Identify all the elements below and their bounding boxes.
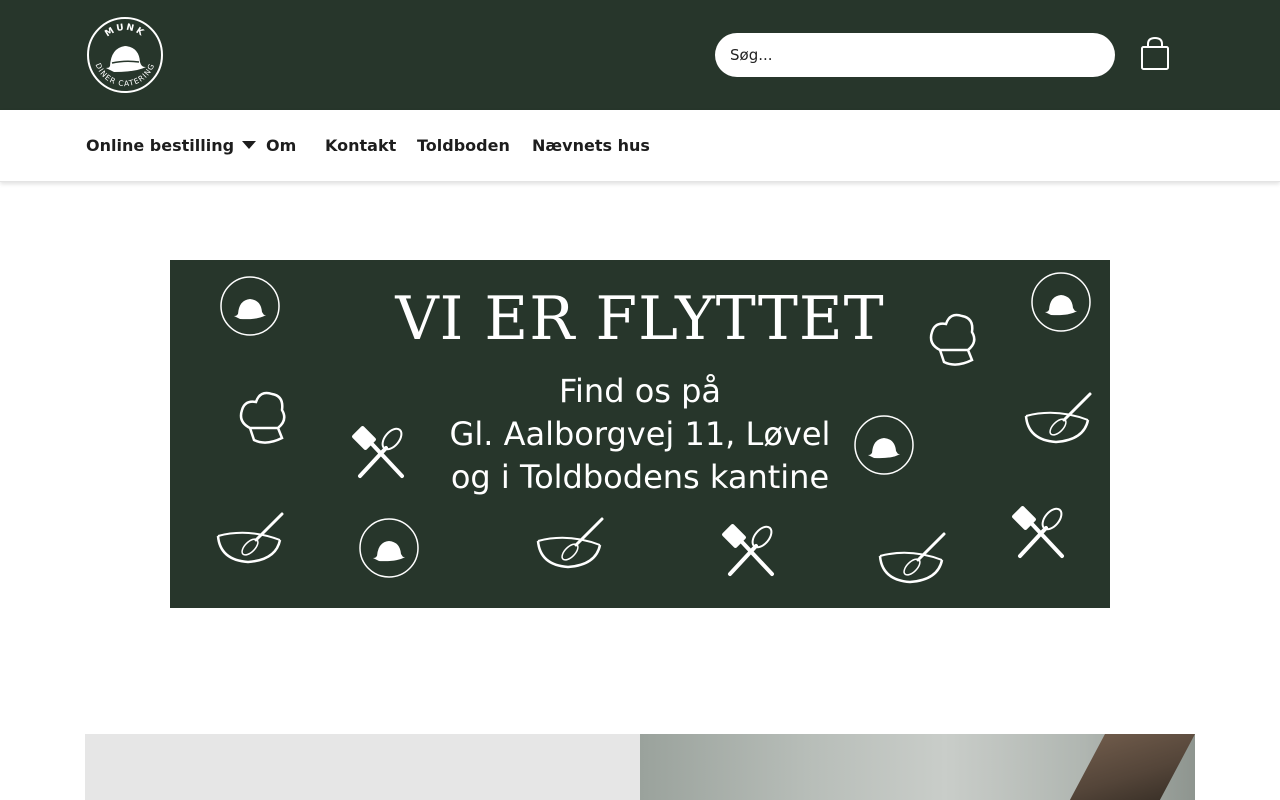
mixing-bowl-icon [216, 512, 284, 564]
search-input[interactable] [715, 33, 1115, 77]
banner-line-3: og i Toldbodens kantine [450, 458, 830, 496]
nav-item-kontakt[interactable]: Kontakt [325, 136, 396, 155]
site-header: MUNK DINER CATERING [0, 0, 1280, 110]
utensils-icon [1012, 506, 1064, 558]
munk-logo[interactable]: MUNK DINER CATERING [86, 16, 164, 94]
content-photo [640, 734, 1195, 800]
munk-logo-icon [854, 415, 914, 475]
nav-item-online-bestilling[interactable]: Online bestilling [86, 136, 257, 155]
mixing-bowl-icon [878, 532, 946, 584]
caret-down-icon [242, 141, 257, 149]
shopping-bag-icon[interactable] [1139, 36, 1171, 72]
logo-top-text: MUNK [103, 23, 144, 40]
nav-item-toldboden[interactable]: Toldboden [417, 136, 510, 155]
content-block-placeholder [85, 734, 640, 800]
chef-hat-icon [929, 313, 976, 366]
munk-logo-icon [1031, 272, 1091, 332]
moved-banner: VI ER FLYTTET Find os på Gl. Aalborgvej … [170, 260, 1110, 608]
nav-item-om[interactable]: Om [266, 136, 296, 155]
nav-item-label: Online bestilling [86, 136, 235, 155]
mixing-bowl-icon [536, 517, 604, 569]
main-nav: Online bestilling Om Kontakt Toldboden N… [0, 110, 1280, 182]
chef-hat-icon [239, 391, 286, 444]
munk-logo-icon [220, 276, 280, 336]
svg-text:MUNK: MUNK [103, 23, 146, 40]
utensils-icon [352, 426, 404, 478]
banner-line-1: Find os på [558, 372, 722, 410]
banner-line-2: Gl. Aalborgvej 11, Løvel [449, 415, 831, 453]
mixing-bowl-icon [1024, 392, 1092, 444]
utensils-icon [722, 524, 774, 576]
nav-item-naevnets-hus[interactable]: Nævnets hus [532, 136, 650, 155]
munk-logo-icon [359, 518, 419, 578]
